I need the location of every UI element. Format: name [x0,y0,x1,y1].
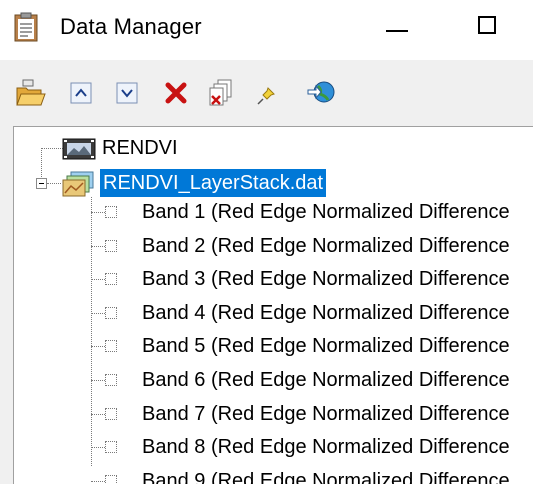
toolbar [0,60,533,126]
tree-item-label: Band 1 (Red Edge Normalized Difference [142,201,510,223]
tree-item-band[interactable]: Band 3 (Red Edge Normalized Difference [14,264,533,294]
minimize-icon [386,30,408,32]
tree-item-band[interactable]: Band 1 (Red Edge Normalized Difference [14,197,533,227]
tree-item-band[interactable]: Band 5 (Red Edge Normalized Difference [14,331,533,361]
tree-item-label: Band 4 (Red Edge Normalized Difference [142,302,510,324]
pin-button[interactable] [252,78,284,108]
band-icon [105,340,117,352]
data-manager-window: Data Manager RENDVI RENDVI_LayerStack.da… [0,0,533,484]
tree-item-band[interactable]: Band 4 (Red Edge Normalized Difference [14,298,533,328]
open-folder-icon [14,78,46,108]
tree-item-band[interactable]: Band 6 (Red Edge Normalized Difference [14,365,533,395]
close-all-files-icon [206,78,238,108]
band-icon [105,408,117,420]
maximize-button[interactable] [458,0,518,56]
maximize-icon [478,16,496,34]
tree-item-label: Band 5 (Red Edge Normalized Difference [142,335,510,357]
tree-item-label: Band 7 (Red Edge Normalized Difference [142,403,510,425]
tree-item-band[interactable]: Band 7 (Red Edge Normalized Difference [14,399,533,429]
tree-item-label: Band 2 (Red Edge Normalized Difference [142,235,510,257]
tree-item-label: Band 3 (Red Edge Normalized Difference [142,268,510,290]
chevron-down-icon [112,78,144,108]
tree-item-band[interactable]: Band 2 (Red Edge Normalized Difference [14,231,533,261]
globe-arrow-icon [306,78,338,108]
minimize-button[interactable] [368,0,428,56]
expand-button[interactable] [112,78,144,108]
tree-item-label: Band 8 (Red Edge Normalized Difference [142,436,510,458]
tree-connector [91,481,105,482]
tree-connector [91,279,105,280]
tree-connector [91,346,105,347]
tree-item-label: RENDVI [102,137,178,159]
open-file-button[interactable] [14,78,46,108]
pin-icon [252,78,284,108]
band-icon [105,307,117,319]
band-icon [105,475,117,484]
tree-item-band[interactable]: Band 9 (Red Edge Normalized Difference [14,466,533,484]
band-icon [105,240,117,252]
band-icon [105,374,117,386]
tree-connector [91,414,105,415]
tree-item-label: Band 6 (Red Edge Normalized Difference [142,369,510,391]
close-all-button[interactable] [206,78,238,108]
tree-connector [91,212,105,213]
window-title: Data Manager [60,14,202,39]
tree-connector [91,447,105,448]
red-x-icon [160,78,192,108]
band-icon [105,206,117,218]
tree-item-band[interactable]: Band 8 (Red Edge Normalized Difference [14,432,533,462]
load-layer-button[interactable] [306,78,338,108]
collapse-button[interactable] [66,78,98,108]
tree-connector [91,313,105,314]
band-icon [105,273,117,285]
tree-connector [91,380,105,381]
data-tree: RENDVI RENDVI_LayerStack.dat Band 1 (Red… [13,126,533,484]
tree-item-rendvi[interactable]: RENDVI [14,134,533,164]
tree-item-label: RENDVI_LayerStack.dat [100,169,327,197]
title-bar: Data Manager [0,0,533,60]
image-raster-icon [62,137,96,166]
tree-item-layerstack[interactable]: RENDVI_LayerStack.dat [14,169,533,199]
clipboard-icon [14,12,38,42]
tree-connector [91,246,105,247]
close-file-button[interactable] [160,78,192,108]
chevron-up-icon [66,78,98,108]
band-icon [105,441,117,453]
tree-item-label: Band 9 (Red Edge Normalized Difference [142,470,510,484]
